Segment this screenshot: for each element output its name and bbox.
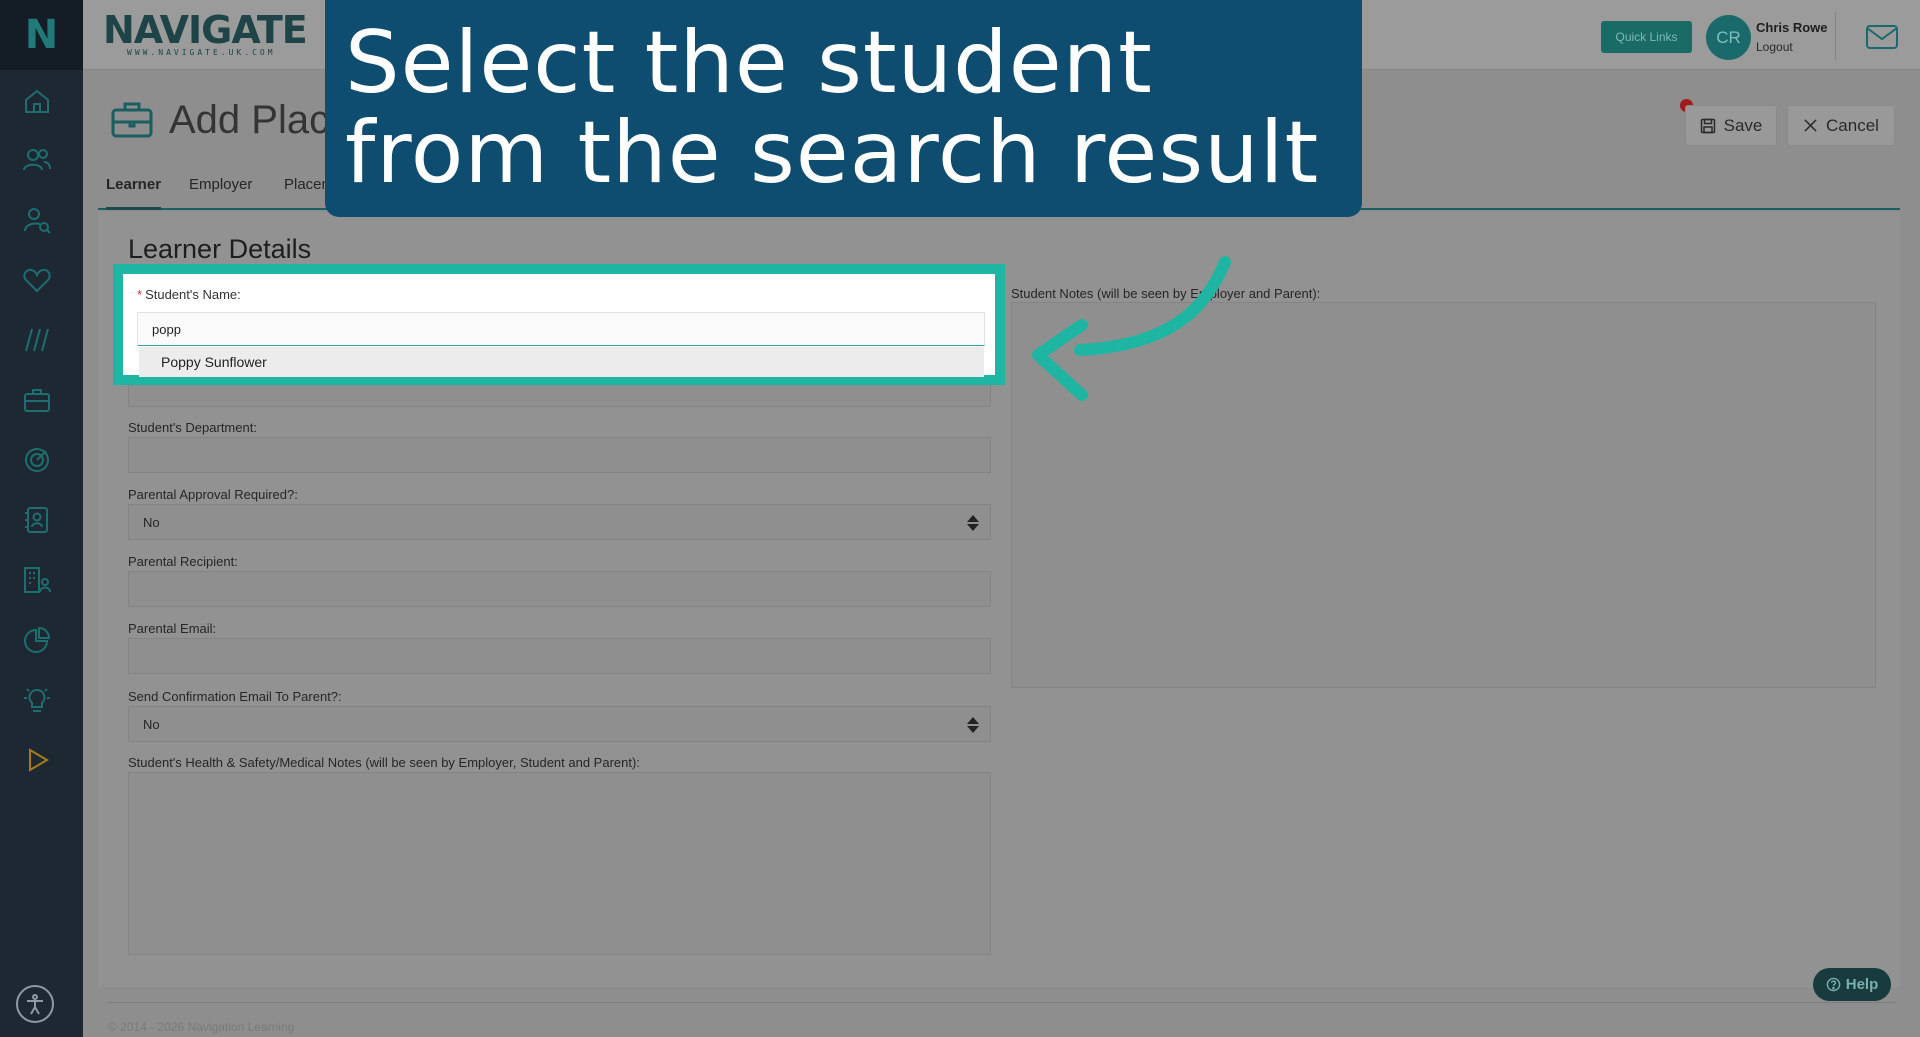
parental-recipient-field[interactable] (128, 571, 991, 607)
parental-recipient-label: Parental Recipient: (128, 554, 238, 569)
accessibility-icon[interactable] (16, 985, 54, 1023)
cancel-button[interactable]: Cancel (1787, 105, 1895, 146)
send-confirmation-label: Send Confirmation Email To Parent?: (128, 689, 342, 704)
send-confirmation-value: No (143, 717, 160, 732)
section-title: Learner Details (128, 234, 312, 264)
save-icon (1700, 118, 1715, 133)
instruction-text: Select the student from the search resul… (345, 13, 1320, 203)
parental-approval-label: Parental Approval Required?: (128, 487, 298, 502)
highlighted-student-search: *Student's Name: Poppy Sunflower (113, 264, 1005, 385)
instruction-banner: Select the student from the search resul… (325, 0, 1362, 217)
health-notes-label: Student's Health & Safety/Medical Notes … (128, 755, 640, 770)
avatar[interactable]: CR (1706, 15, 1751, 60)
briefcase-icon[interactable] (20, 383, 54, 417)
parental-approval-value: No (143, 515, 160, 530)
target-icon[interactable] (20, 443, 54, 477)
parental-email-label: Parental Email: (128, 621, 217, 636)
pie-chart-icon[interactable] (20, 623, 54, 657)
quick-links-button[interactable]: Quick Links (1601, 21, 1692, 53)
pointer-arrow-icon (1032, 256, 1231, 401)
sort-arrows-icon (967, 515, 979, 531)
mail-icon[interactable] (1865, 24, 1899, 50)
lightbulb-icon[interactable] (20, 683, 54, 717)
help-button[interactable]: Help (1813, 968, 1891, 1001)
students-name-label: * Student's Name: (137, 287, 241, 302)
student-search-input[interactable] (137, 312, 985, 346)
department-label: Student's Department: (128, 420, 257, 435)
help-icon (1826, 977, 1841, 992)
brand-logo[interactable]: NAVIGATE WWW.NAVIGATE.UK.COM (103, 10, 308, 60)
heart-icon[interactable] (20, 263, 54, 297)
slashes-icon[interactable] (20, 323, 54, 357)
play-icon[interactable] (20, 743, 54, 777)
save-label: Save (1723, 115, 1763, 135)
logout-link[interactable]: Logout (1756, 40, 1793, 54)
briefcase-icon (110, 98, 154, 142)
sort-arrows-icon (967, 717, 979, 733)
cancel-label: Cancel (1826, 115, 1879, 135)
close-icon (1804, 119, 1817, 132)
tab-employer[interactable]: Employer (189, 176, 252, 210)
department-field[interactable] (128, 437, 991, 473)
home-icon[interactable] (20, 84, 54, 118)
send-confirmation-select[interactable]: No (128, 706, 991, 742)
footer-divider (108, 1002, 1895, 1003)
users-icon[interactable] (20, 143, 54, 177)
sidebar: N (0, 0, 83, 1037)
user-search-icon[interactable] (20, 203, 54, 237)
search-result-item[interactable]: Poppy Sunflower (139, 347, 984, 377)
copyright: © 2014 - 2026 Navigation Learning (108, 1020, 295, 1034)
parental-email-field[interactable] (128, 638, 991, 674)
user-name: Chris Rowe (1756, 20, 1828, 35)
health-notes-textarea[interactable] (128, 772, 991, 955)
tab-learner[interactable]: Learner (106, 176, 162, 210)
contact-card-icon[interactable] (20, 503, 54, 537)
parental-approval-select[interactable]: No (128, 504, 991, 540)
header-divider (1835, 12, 1836, 60)
app-logo[interactable]: N (0, 0, 83, 70)
save-button[interactable]: Save (1685, 105, 1777, 146)
help-label: Help (1845, 976, 1879, 993)
building-user-icon[interactable] (20, 563, 54, 597)
